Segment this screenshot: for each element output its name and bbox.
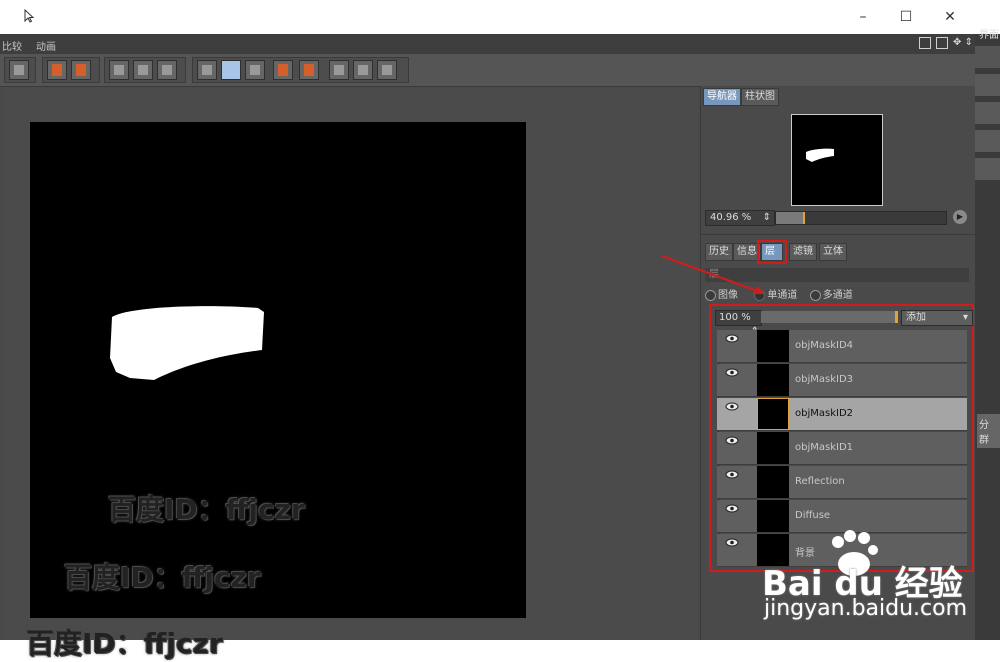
- zoom-slider-fill: [776, 212, 803, 224]
- eye-icon[interactable]: [725, 504, 739, 513]
- picture-viewer[interactable]: 百度ID：ffjczr 百度ID：ffjczr 百度ID：ffjczr: [4, 88, 698, 660]
- main-toolbar: [0, 54, 975, 87]
- user-render-icon[interactable]: [9, 60, 29, 80]
- toolbar-group-1: [4, 57, 36, 83]
- far-right-strip: [975, 46, 1000, 68]
- compare-ab-icon[interactable]: [197, 60, 217, 80]
- layer-thumbnail: [757, 432, 789, 464]
- radio-single-channel-label: 单通道: [767, 290, 798, 301]
- layout-panel-icon[interactable]: [918, 37, 931, 49]
- zoom-slider[interactable]: [775, 211, 947, 225]
- opacity-field[interactable]: 100 % ⇕: [715, 310, 762, 337]
- mask-shape: [110, 306, 264, 380]
- view-option-2-icon[interactable]: [353, 60, 373, 80]
- minimize-button[interactable]: –: [852, 6, 874, 28]
- panel-divider: [701, 234, 976, 235]
- move-icon[interactable]: ✥: [953, 37, 961, 48]
- save-image-icon[interactable]: [71, 60, 91, 80]
- close-button[interactable]: ✕: [939, 6, 961, 28]
- layer-name: Diffuse: [795, 510, 831, 521]
- zoom-value[interactable]: 40.96 % ⇕: [705, 210, 775, 226]
- ab-swap-icon[interactable]: [245, 60, 265, 80]
- menu-bar: 比较 动画 ✥ ⇕: [0, 34, 975, 54]
- render-region-icon[interactable]: [109, 60, 129, 80]
- chevron-down-icon: ▾: [962, 312, 968, 323]
- toolbar-group-2: [42, 57, 100, 83]
- far-right-mid-label: 分群: [977, 414, 1000, 448]
- layer-name: Reflection: [795, 476, 845, 487]
- layer-row[interactable]: objMaskID1: [717, 432, 967, 465]
- far-right-strip: [975, 102, 1000, 124]
- layer-thumbnail: [757, 330, 789, 362]
- zoom-slider-handle[interactable]: [803, 212, 805, 224]
- opacity-slider[interactable]: [761, 311, 898, 323]
- radio-multi-channel-label: 多通道: [822, 290, 853, 301]
- set-a-icon[interactable]: [273, 60, 293, 80]
- layer-row[interactable]: objMaskID2: [717, 398, 967, 431]
- play-icon[interactable]: ▶: [953, 210, 967, 224]
- layer-name: objMaskID2: [795, 408, 854, 419]
- tab-navigator[interactable]: 导航器: [703, 88, 741, 106]
- eye-icon[interactable]: [725, 402, 739, 411]
- tab-filters[interactable]: 滤镜: [789, 243, 817, 261]
- layer-thumbnail: [757, 398, 789, 430]
- layout-add-icon[interactable]: [935, 37, 948, 49]
- copy-image-icon[interactable]: [47, 60, 67, 80]
- eye-icon[interactable]: [725, 470, 739, 479]
- baidu-url: jingyan.baidu.com: [764, 596, 968, 621]
- view-option-3-icon[interactable]: [377, 60, 397, 80]
- menu-animation[interactable]: 动画: [36, 38, 56, 53]
- render-canvas[interactable]: [30, 122, 526, 618]
- layer-row[interactable]: Diffuse: [717, 500, 967, 533]
- blend-row: 100 % ⇕ 添加▾: [715, 310, 973, 337]
- eye-icon[interactable]: [725, 368, 739, 377]
- toolbar-group-3: [104, 57, 186, 83]
- layer-thumbnail: [757, 500, 789, 532]
- far-right-top-label: 界面: [979, 30, 999, 41]
- watermark-3: 百度ID：ffjczr: [26, 627, 223, 660]
- tab-histogram[interactable]: 柱状图: [741, 88, 779, 106]
- layer-thumbnail: [757, 466, 789, 498]
- view-option-1-icon[interactable]: [329, 60, 349, 80]
- navigator-thumbnail[interactable]: [791, 114, 883, 206]
- layer-row[interactable]: objMaskID3: [717, 364, 967, 397]
- mouse-cursor-icon: [24, 9, 34, 23]
- render-active-icon[interactable]: [157, 60, 177, 80]
- menu-compare[interactable]: 比较: [2, 38, 22, 53]
- blend-mode-select[interactable]: 添加 ▾: [901, 310, 973, 326]
- navigator-mask-shape: [806, 148, 834, 162]
- toolbar-group-4: [192, 57, 409, 83]
- window-titlebar: – ☐ ✕: [0, 0, 1000, 35]
- annotation-arrow: [660, 254, 770, 307]
- far-right-strip: [975, 130, 1000, 152]
- render-selection-icon[interactable]: [133, 60, 153, 80]
- baidu-watermark-logo: Bai du 经验 jingyan.baidu.com: [762, 530, 992, 630]
- far-right-strip: [975, 158, 1000, 180]
- eye-icon[interactable]: [725, 538, 739, 547]
- layer-name: objMaskID1: [795, 442, 854, 453]
- tab-stereo[interactable]: 立体: [819, 243, 847, 261]
- maximize-button[interactable]: ☐: [895, 6, 917, 28]
- set-b-icon[interactable]: [299, 60, 319, 80]
- eye-icon[interactable]: [725, 334, 739, 343]
- split-view-icon[interactable]: [221, 60, 241, 80]
- zoom-control: 40.96 % ⇕ ▶: [705, 210, 970, 226]
- watermark-1: 百度ID：ffjczr: [108, 493, 305, 526]
- layer-thumbnail: [757, 364, 789, 396]
- layout-icons: ✥ ⇕: [917, 37, 973, 51]
- expand-icon[interactable]: ⇕: [965, 37, 973, 48]
- layer-row[interactable]: Reflection: [717, 466, 967, 499]
- watermark-2: 百度ID：ffjczr: [64, 561, 261, 594]
- far-right-strip: [975, 74, 1000, 96]
- layer-name: objMaskID3: [795, 374, 854, 385]
- layer-name: objMaskID4: [795, 340, 854, 351]
- radio-multi-channel[interactable]: [809, 289, 821, 301]
- layer-row[interactable]: objMaskID4: [717, 330, 967, 363]
- eye-icon[interactable]: [725, 436, 739, 445]
